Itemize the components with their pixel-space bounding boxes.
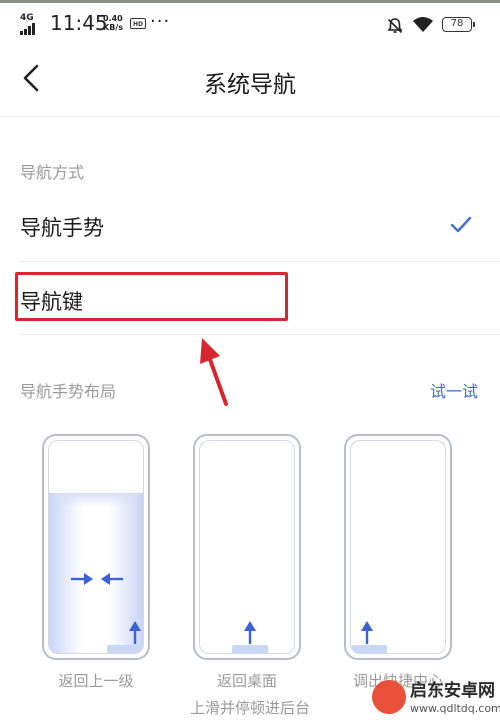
- gesture-preview-shortcut[interactable]: [344, 434, 452, 660]
- gesture-preview-back[interactable]: [42, 434, 150, 660]
- gesture-preview-home[interactable]: [193, 434, 301, 660]
- bottom-gesture-area: [107, 645, 143, 653]
- checkmark-icon: [450, 216, 472, 233]
- phone-screen: [350, 440, 446, 654]
- watermark-url: www.qdltdq.com: [410, 702, 500, 715]
- caption-back: 返回上一级: [58, 672, 134, 690]
- phone-screen: [48, 440, 144, 654]
- more-notifications-icon: ···: [150, 11, 171, 32]
- caption-home: 返回桌面: [216, 672, 277, 690]
- network-speed: 0.40 KB/s: [103, 14, 123, 32]
- option-gesture-nav[interactable]: 导航手势: [0, 194, 500, 260]
- clock: 11:45: [50, 11, 108, 35]
- mute-bell-icon: [387, 18, 403, 34]
- annotation-arrow-icon: [200, 338, 228, 406]
- try-it-link[interactable]: 试一试: [430, 378, 478, 402]
- row-divider: [20, 261, 500, 262]
- swipe-up-arrow-icon: [244, 621, 256, 644]
- speed-value: 0.40: [103, 14, 123, 23]
- network-type: 4G: [20, 13, 34, 23]
- page-title: 系统导航: [204, 72, 296, 98]
- watermark-brand: 启东安卓网: [410, 681, 495, 701]
- row-divider: [20, 334, 500, 335]
- gesture-layout-section-label: 导航手势布局: [20, 382, 117, 401]
- battery-icon: 78: [442, 17, 475, 32]
- annotation-highlight-box: [15, 272, 288, 321]
- nav-mode-section-label: 导航方式: [20, 163, 85, 182]
- caption-home-sub: 上滑并停顿进后台: [189, 699, 310, 717]
- swipe-up-arrow-icon: [361, 621, 373, 644]
- header: 系统导航: [0, 41, 500, 116]
- swipe-up-arrow-icon: [129, 621, 141, 644]
- status-bar: 4G 11:45 0.40 KB/s HD ··· 78: [0, 3, 500, 41]
- header-divider: [0, 116, 500, 117]
- bottom-gesture-area: [351, 645, 387, 653]
- phone-screen: [199, 440, 295, 654]
- bottom-gesture-area: [232, 645, 268, 653]
- swipe-inward-arrows-icon: [71, 573, 123, 585]
- signal-icon: [20, 23, 40, 35]
- hd-badge-icon: HD: [130, 18, 146, 29]
- watermark: 启东安卓网 www.qdltdq.com: [368, 668, 500, 726]
- watermark-logo-icon: [372, 680, 406, 714]
- speed-unit: KB/s: [103, 23, 123, 32]
- wifi-icon: [413, 17, 433, 32]
- option-label: 导航手势: [20, 216, 104, 240]
